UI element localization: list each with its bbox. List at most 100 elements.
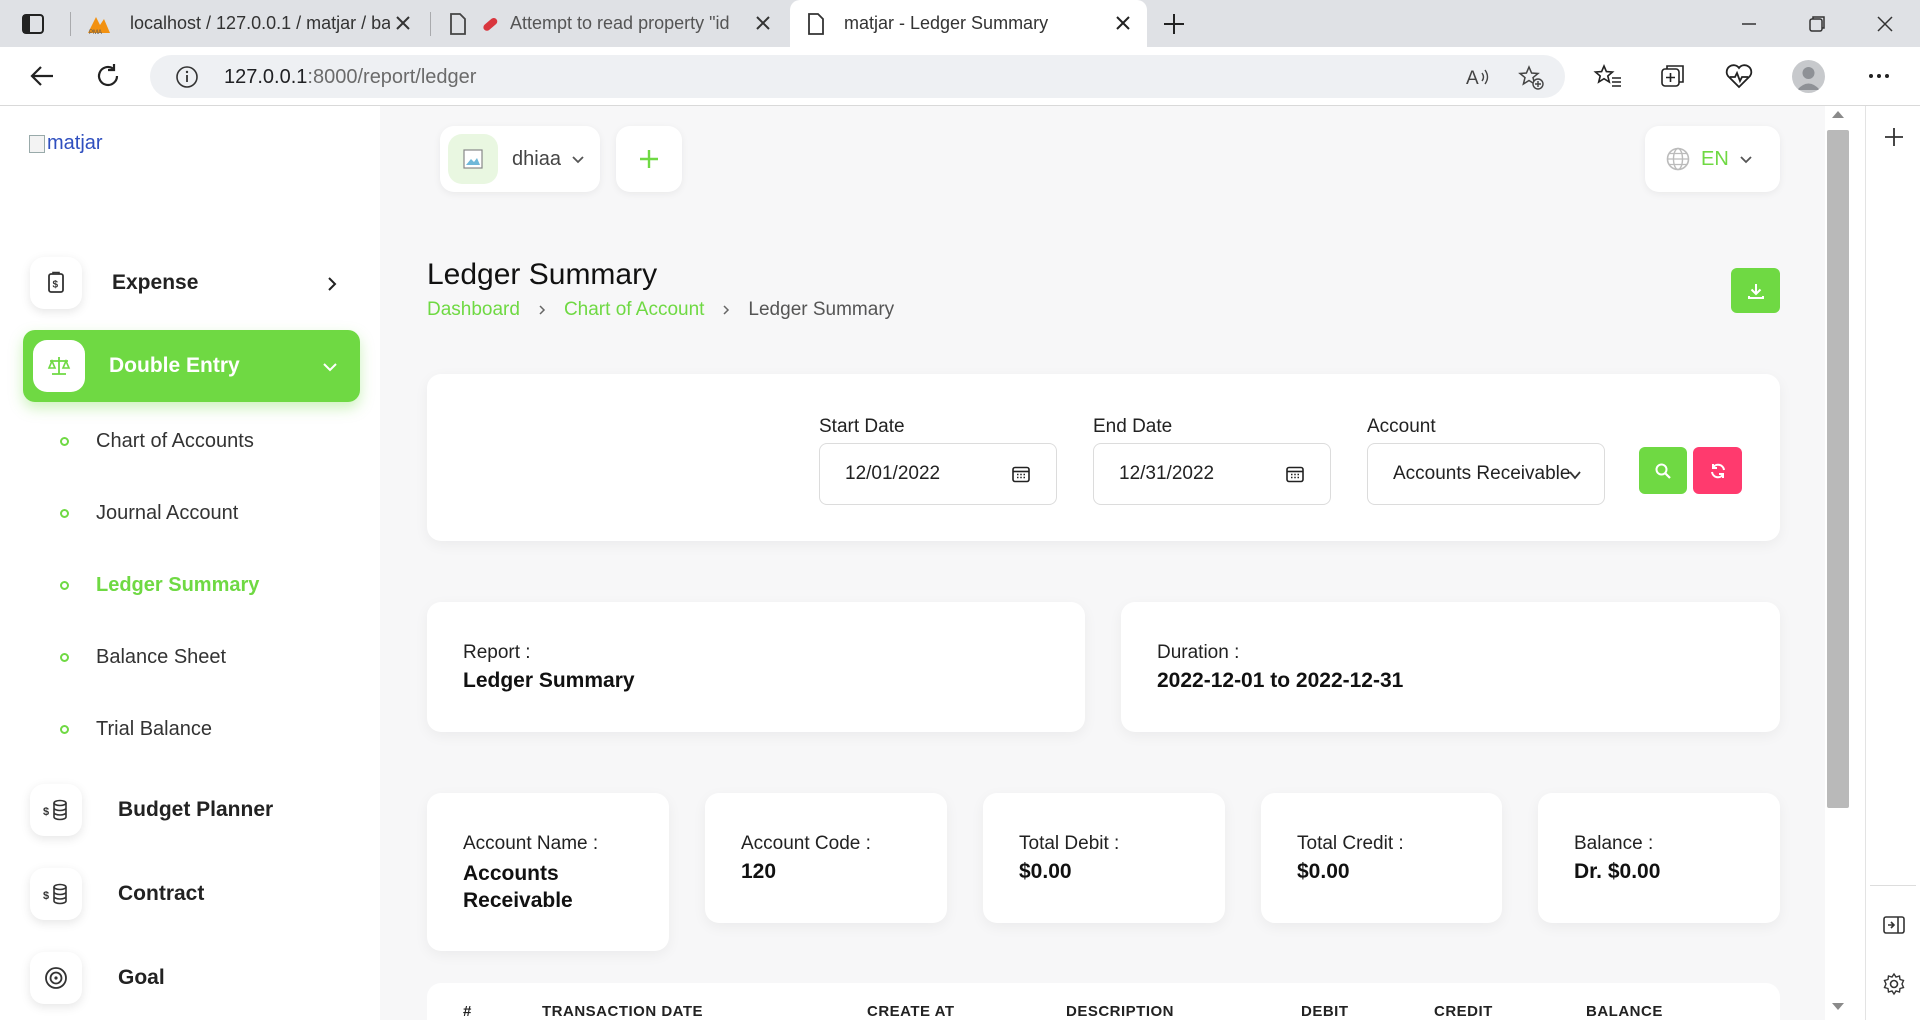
breadcrumb-chart-of-account[interactable]: Chart of Account	[564, 299, 704, 321]
hide-sidebar-icon[interactable]	[1882, 914, 1906, 936]
start-date-input[interactable]: 12/01/2022	[819, 443, 1057, 505]
balance-label: Balance :	[1574, 833, 1654, 854]
sidebar: matjar $ Expense Double Entry Chart of A…	[0, 106, 380, 1020]
tab-separator	[70, 12, 71, 36]
logo[interactable]: matjar	[29, 132, 103, 155]
url-field[interactable]: 127.0.0.1:8000/report/ledger A	[150, 55, 1565, 98]
sidebar-item-label: Contract	[118, 882, 205, 905]
info-icon[interactable]	[175, 65, 199, 89]
total-debit-card	[983, 793, 1225, 923]
coins-icon: $	[43, 883, 67, 905]
svg-text:$: $	[43, 890, 49, 902]
scrollbar-thumb[interactable]	[1827, 130, 1849, 808]
sidebar-item-expense[interactable]: $ Expense	[30, 257, 198, 309]
favorites-icon[interactable]	[1593, 61, 1623, 91]
report-value: Ledger Summary	[463, 669, 635, 692]
add-favorite-icon[interactable]	[1518, 64, 1544, 90]
search-button[interactable]	[1639, 447, 1687, 494]
url-text: 127.0.0.1:8000/report/ledger	[224, 66, 476, 89]
reset-button[interactable]	[1693, 447, 1742, 494]
close-tab-icon[interactable]	[1113, 13, 1133, 33]
svg-text:$: $	[43, 806, 49, 818]
close-tab-icon[interactable]	[393, 13, 413, 33]
chevron-right-icon[interactable]	[323, 275, 341, 293]
calendar-icon[interactable]	[1285, 464, 1305, 484]
logo-alt-text: matjar	[47, 132, 103, 154]
new-tab-icon[interactable]	[1160, 10, 1188, 38]
back-icon[interactable]	[27, 61, 57, 91]
total-credit-card	[1261, 793, 1502, 923]
bullet-icon	[60, 509, 69, 518]
sidebar-item-budget-planner[interactable]: $ Budget Planner	[30, 784, 273, 836]
browser-essentials-icon[interactable]	[1724, 61, 1754, 91]
scroll-down-arrow-icon[interactable]	[1832, 1003, 1844, 1010]
breadcrumb-current: Ledger Summary	[748, 299, 895, 320]
sidebar-icon-box: $	[30, 784, 82, 836]
end-date-label: End Date	[1093, 416, 1173, 437]
divider	[1870, 885, 1916, 886]
balance-card	[1538, 793, 1780, 923]
chevron-down-icon[interactable]	[321, 358, 339, 376]
tab-separator	[430, 12, 431, 36]
page-title: Ledger Summary	[427, 258, 658, 291]
language-code: EN	[1701, 147, 1729, 170]
total-debit-value: $0.00	[1019, 860, 1072, 883]
total-credit-label: Total Credit :	[1297, 833, 1404, 854]
sidebar-subitem-journal-account[interactable]: Journal Account	[60, 502, 238, 525]
tab-error[interactable]: Attempt to read property "id	[432, 0, 787, 47]
close-window-icon[interactable]	[1870, 10, 1900, 38]
close-tab-icon[interactable]	[753, 13, 773, 33]
user-menu[interactable]: dhiaa	[440, 126, 600, 192]
scroll-up-arrow-icon[interactable]	[1832, 111, 1844, 118]
scale-icon	[47, 357, 71, 375]
more-options-icon[interactable]	[1864, 61, 1894, 91]
bullet-icon	[60, 725, 69, 734]
target-icon	[45, 967, 67, 989]
settings-icon[interactable]	[1882, 972, 1906, 996]
chevron-down-icon	[1740, 156, 1752, 164]
browser-sidebar	[1865, 106, 1920, 1020]
restore-icon[interactable]	[1802, 10, 1832, 38]
browser-tab-bar: PMA localhost / 127.0.0.1 / matjar / ba …	[0, 0, 1920, 47]
end-date-input[interactable]: 12/31/2022	[1093, 443, 1331, 505]
tab-phpmyadmin[interactable]: PMA localhost / 127.0.0.1 / matjar / ba	[72, 0, 427, 47]
bullet-icon	[60, 653, 69, 662]
sidebar-item-double-entry-content: Double Entry	[33, 340, 240, 392]
sidebar-subitem-chart-of-accounts[interactable]: Chart of Accounts	[60, 430, 254, 453]
user-name: dhiaa	[512, 147, 561, 170]
chevron-right-icon	[723, 305, 730, 315]
account-code-label: Account Code :	[741, 833, 871, 854]
sidebar-subitem-trial-balance[interactable]: Trial Balance	[60, 718, 212, 741]
tab-ledger-summary[interactable]: matjar - Ledger Summary	[790, 0, 1147, 47]
sidebar-subitem-label: Chart of Accounts	[96, 430, 254, 452]
pill-icon	[483, 17, 498, 31]
sidebar-subitem-ledger-summary[interactable]: Ledger Summary	[60, 574, 259, 597]
svg-text:$: $	[53, 280, 59, 291]
minimize-icon[interactable]	[1734, 10, 1764, 38]
sidebar-item-label: Double Entry	[109, 354, 240, 377]
add-sidebar-icon[interactable]	[1883, 126, 1905, 148]
breadcrumb-dashboard[interactable]: Dashboard	[427, 299, 520, 321]
read-aloud-icon[interactable]: A	[1465, 64, 1491, 90]
calendar-icon[interactable]	[1011, 464, 1031, 484]
report-label: Report :	[463, 642, 531, 663]
url-path: :8000/report/ledger	[307, 66, 477, 88]
sidebar-subitem-balance-sheet[interactable]: Balance Sheet	[60, 646, 226, 669]
svg-text:A: A	[1466, 68, 1479, 89]
quick-add-button[interactable]	[616, 126, 682, 192]
download-button[interactable]	[1731, 268, 1780, 313]
sidebar-item-contract[interactable]: $ Contract	[30, 868, 204, 920]
account-code-value: 120	[741, 860, 777, 883]
chevron-down-icon	[1569, 471, 1581, 480]
start-date-value: 12/01/2022	[845, 463, 941, 484]
sidebar-item-goal[interactable]: Goal	[30, 952, 165, 1004]
refresh-icon[interactable]	[93, 61, 123, 91]
profile-avatar[interactable]	[1792, 60, 1825, 93]
account-code-card	[705, 793, 947, 923]
document-icon	[808, 12, 824, 35]
language-selector[interactable]: EN	[1645, 126, 1780, 192]
collections-icon[interactable]	[1658, 61, 1688, 91]
account-select[interactable]: Accounts Receivable	[1367, 443, 1605, 505]
sidebar-subitem-label: Balance Sheet	[96, 646, 227, 668]
tab-actions-icon[interactable]	[19, 12, 47, 36]
